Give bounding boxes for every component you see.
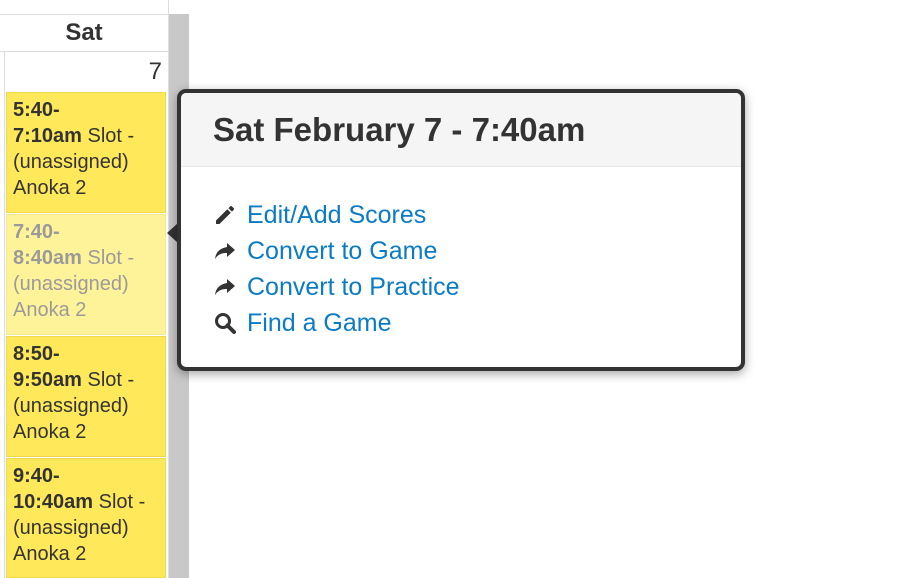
event-location: Anoka 2 [13, 177, 87, 199]
calendar-event-selected[interactable]: 7:40- 8:40am Slot - (unassigned) Anoka 2 [6, 214, 166, 335]
event-status: (unassigned) [13, 517, 129, 539]
share-arrow-icon [213, 239, 247, 263]
event-label: Slot - [98, 491, 146, 513]
column-divider [4, 14, 5, 578]
event-label: Slot - [87, 247, 135, 269]
event-location: Anoka 2 [13, 543, 87, 565]
event-time-start: 7:40- [13, 221, 60, 243]
day-header: Sat [0, 14, 168, 52]
find-game-link[interactable]: Find a Game [213, 305, 741, 341]
calendar-event[interactable]: 5:40- 7:10am Slot - (unassigned) Anoka 2 [6, 92, 166, 213]
event-label: Slot - [87, 369, 135, 391]
event-time-start: 5:40- [13, 99, 60, 121]
pencil-icon [213, 203, 247, 227]
search-icon [213, 311, 247, 335]
action-label: Find a Game [247, 308, 392, 337]
day-number[interactable]: 7 [149, 58, 162, 86]
event-status: (unassigned) [13, 395, 129, 417]
event-time-start: 8:50- [13, 343, 60, 365]
event-location: Anoka 2 [13, 299, 87, 321]
share-arrow-icon [213, 275, 247, 299]
convert-to-game-link[interactable]: Convert to Game [213, 233, 741, 269]
event-time-start: 9:40- [13, 465, 60, 487]
calendar-event[interactable]: 9:40- 10:40am Slot - (unassigned) Anoka … [6, 458, 166, 578]
calendar-event[interactable]: 8:50- 9:50am Slot - (unassigned) Anoka 2 [6, 336, 166, 457]
popover-actions: Edit/Add Scores Convert to Game Convert … [181, 167, 741, 341]
action-label: Convert to Practice [247, 272, 460, 301]
action-label: Convert to Game [247, 236, 438, 265]
event-time-end: 9:50am [13, 369, 82, 391]
edit-scores-link[interactable]: Edit/Add Scores [213, 197, 741, 233]
event-time-end: 10:40am [13, 491, 94, 513]
event-location: Anoka 2 [13, 421, 87, 443]
event-time-end: 7:10am [13, 125, 82, 147]
event-status: (unassigned) [13, 151, 129, 173]
convert-to-practice-link[interactable]: Convert to Practice [213, 269, 741, 305]
event-time-end: 8:40am [13, 247, 82, 269]
event-label: Slot - [87, 125, 135, 147]
event-status: (unassigned) [13, 273, 129, 295]
action-label: Edit/Add Scores [247, 200, 427, 229]
calendar-day-column: Sat 7 5:40- 7:10am Slot - (unassigned) A… [0, 0, 169, 578]
event-popover: Sat February 7 - 7:40am Edit/Add Scores … [177, 89, 745, 371]
popover-title: Sat February 7 - 7:40am [181, 93, 741, 167]
